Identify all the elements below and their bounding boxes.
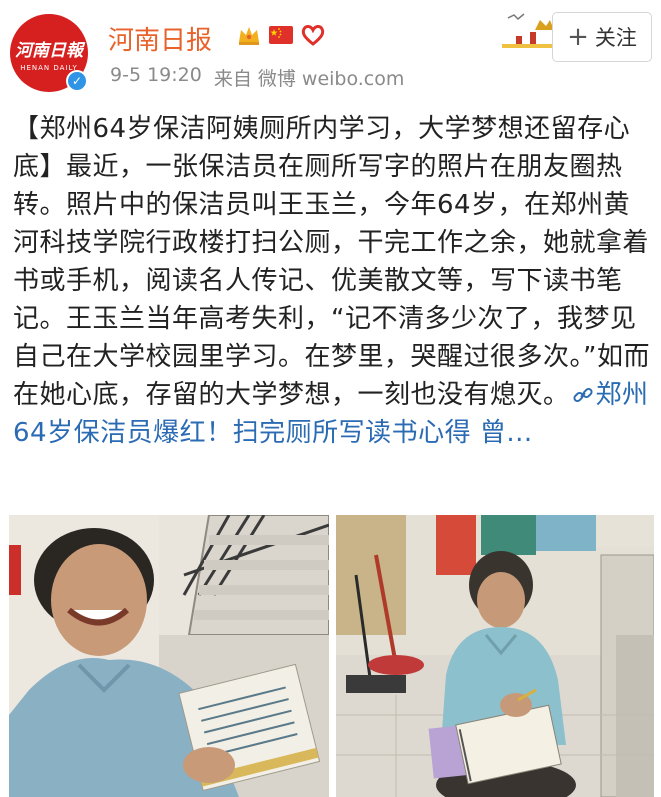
follow-label: 关注 <box>594 26 637 50</box>
heart-ribbon-icon <box>301 25 325 46</box>
photo-cleaner-writing[interactable] <box>336 515 654 797</box>
post-header: 河南日報 HENAN DAILY ✓ 河南日报 9-5 19:20 来自 微博 … <box>0 0 661 100</box>
post-meta: 9-5 19:20 来自 微博 weibo.com <box>110 64 404 91</box>
photo-cleaner-smiling[interactable] <box>9 515 329 797</box>
china-flag-icon <box>269 26 293 44</box>
verified-check-icon: ✓ <box>66 70 88 92</box>
plus-icon: + <box>567 22 589 52</box>
post-source: 来自 微博 weibo.com <box>213 68 405 90</box>
post-text: 【郑州64岁保洁阿姨厕所内学习，大学梦想还留存心底】最近，一张保洁员在厕所写字的… <box>13 114 650 410</box>
post-body: 【郑州64岁保洁阿姨厕所内学习，大学梦想还留存心底】最近，一张保洁员在厕所写字的… <box>13 110 653 452</box>
account-name[interactable]: 河南日报 <box>108 20 212 57</box>
follow-button[interactable]: + 关注 <box>552 12 652 62</box>
crown-icon <box>239 27 259 45</box>
post-time[interactable]: 9-5 19:20 <box>110 64 202 91</box>
avatar-logo-text: 河南日報 <box>15 41 83 61</box>
account-badges <box>236 22 326 48</box>
decoration-icon <box>502 13 558 48</box>
link-icon <box>572 387 593 403</box>
